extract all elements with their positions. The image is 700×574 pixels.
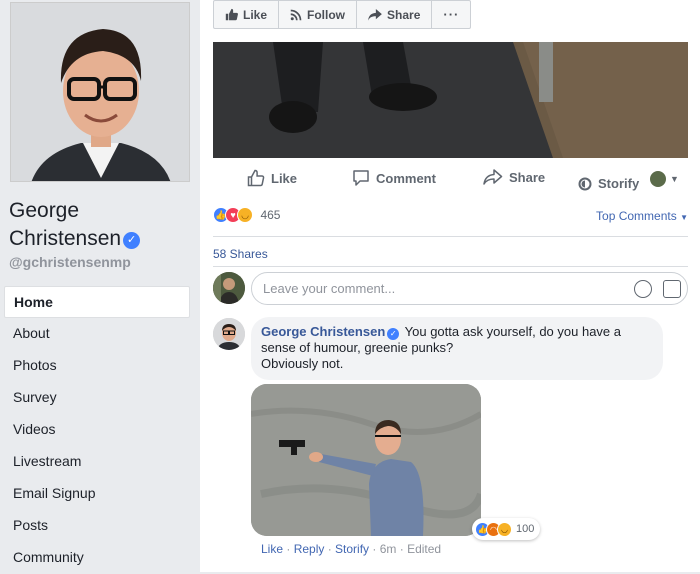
page-name-line1[interactable]: George <box>9 197 140 225</box>
page-sidebar: George Christensen ✓ @gchristensenmp Home… <box>0 0 200 572</box>
comment-bubble-icon <box>353 170 369 186</box>
comment-text-line3: Obviously not. <box>261 356 344 371</box>
storify-button[interactable]: Storify <box>578 176 639 191</box>
sort-chevron-down-icon: ▼ <box>680 213 688 222</box>
page-handle[interactable]: @gchristensenmp <box>9 254 131 270</box>
comment-storify-link[interactable]: Storify <box>335 542 369 556</box>
page-name-line2[interactable]: Christensen <box>9 227 121 250</box>
comment-sort-dropdown[interactable]: Top Comments ▼ <box>596 209 688 223</box>
nav-item-posts[interactable]: Posts <box>4 510 190 542</box>
nav-item-about[interactable]: About <box>4 318 190 350</box>
comment-edited-label[interactable]: Edited <box>407 542 441 556</box>
post-comment-button[interactable]: Comment <box>352 169 436 187</box>
post-photo[interactable] <box>213 42 688 158</box>
verified-check-icon: ✓ <box>123 232 141 249</box>
comment-photo[interactable] <box>251 384 481 536</box>
comment-reaction-summary[interactable]: 👍 ◠ ◡ 100 <box>472 518 541 540</box>
comment-meta: Like · Reply · Storify · 6m · Edited <box>261 542 442 556</box>
comment-sort-label: Top Comments <box>596 209 677 223</box>
share-arrow-icon <box>368 8 382 21</box>
post-like-label: Like <box>271 170 298 186</box>
storify-label: Storify <box>598 176 640 191</box>
page-share-button[interactable]: Share <box>357 1 433 28</box>
post-share-button[interactable]: Share <box>483 169 545 185</box>
nav-item-community[interactable]: Community <box>4 542 190 574</box>
acting-as-avatar <box>650 171 666 187</box>
haha-reaction-icon: ◡ <box>237 206 253 223</box>
comment-like-link[interactable]: Like <box>261 542 283 556</box>
nav-item-home[interactable]: Home <box>4 286 190 318</box>
profile-photo[interactable] <box>10 2 190 182</box>
comment-reply-link[interactable]: Reply <box>294 542 325 556</box>
more-options-icon: ··· <box>443 7 460 22</box>
nav-item-videos[interactable]: Videos <box>4 414 190 446</box>
page-title[interactable]: George Christensen ✓ <box>9 197 141 253</box>
post-share-label: Share <box>509 169 546 185</box>
page-action-bar: Like Follow Share ··· <box>213 0 472 29</box>
comment-text-line2: sense of humour, greenie punks? <box>261 340 454 355</box>
nav-item-photos[interactable]: Photos <box>4 350 190 382</box>
share-arrow-outline-icon <box>483 169 503 185</box>
thumbs-up-icon <box>225 8 238 21</box>
reaction-count[interactable]: 465 <box>260 208 280 222</box>
more-options-button[interactable]: ··· <box>432 1 470 28</box>
comment-reaction-count: 100 <box>516 523 535 535</box>
section-divider <box>213 236 688 237</box>
post-as-selector[interactable]: ▼ <box>650 171 679 187</box>
storify-icon <box>578 177 592 190</box>
page-share-label: Share <box>387 7 421 22</box>
nav-item-email-signup[interactable]: Email Signup <box>4 478 190 510</box>
post-action-row: Like Comment Share Storify ▼ <box>213 160 688 198</box>
share-count[interactable]: 58 Shares <box>213 247 268 261</box>
comment-bubble: George Christensen ✓ You gotta ask yourse… <box>251 317 663 380</box>
comment-timestamp[interactable]: 6m <box>380 542 397 556</box>
page-follow-label: Follow <box>307 7 346 22</box>
section-divider <box>213 266 688 267</box>
sticker-icon[interactable] <box>663 280 681 298</box>
main-feed: Like Follow Share ··· Like Comment Share… <box>200 0 700 572</box>
thumbs-up-outline-icon <box>247 169 265 187</box>
comment-author-name[interactable]: George Christensen <box>261 324 385 339</box>
page-like-button[interactable]: Like <box>214 1 280 28</box>
comment-text-line1: You gotta ask yourself, do you have a <box>404 324 621 339</box>
current-user-avatar[interactable] <box>213 272 245 304</box>
nav-item-livestream[interactable]: Livestream <box>4 446 190 478</box>
post-comment-label: Comment <box>376 170 436 186</box>
post-like-button[interactable]: Like <box>247 169 297 187</box>
haha-reaction-icon: ◡ <box>497 521 512 537</box>
page-follow-button[interactable]: Follow <box>279 1 358 28</box>
reaction-summary[interactable]: 👍 ♥ ◡ 465 Top Comments ▼ <box>213 206 688 228</box>
page-nav: Home About Photos Survey Videos Livestre… <box>4 286 190 574</box>
comment-input-box <box>251 272 688 305</box>
comment-input[interactable] <box>252 273 612 304</box>
chevron-down-icon: ▼ <box>670 174 679 184</box>
comment-author-avatar[interactable] <box>213 318 245 350</box>
rss-follow-icon <box>290 9 302 20</box>
nav-item-survey[interactable]: Survey <box>4 382 190 414</box>
emoji-icon[interactable] <box>634 280 652 298</box>
verified-check-icon: ✓ <box>387 328 400 340</box>
page-like-label: Like <box>243 7 268 22</box>
